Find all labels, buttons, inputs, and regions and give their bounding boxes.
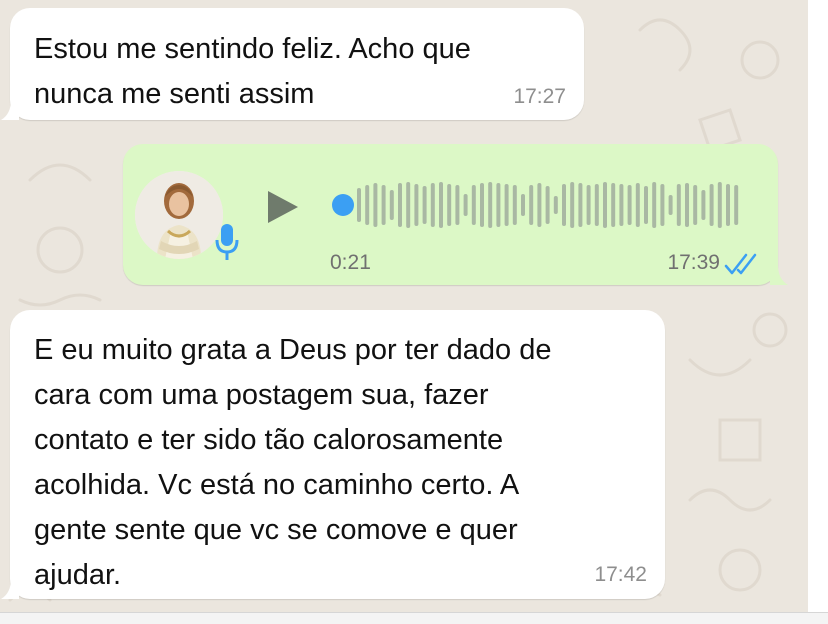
waveform-bar	[521, 194, 525, 216]
waveform-bar	[414, 184, 419, 226]
waveform-bar	[603, 182, 607, 228]
avatar-photo	[135, 171, 223, 259]
waveform-bar	[660, 184, 665, 226]
screen-edge-right	[808, 0, 828, 624]
bubble-tail	[1, 579, 19, 599]
waveform-bar	[619, 184, 624, 226]
waveform-bar	[504, 184, 509, 226]
message-line: cara com uma postagem sua, fazer	[34, 379, 489, 411]
voice-waveform[interactable]	[329, 178, 749, 232]
waveform-bar	[701, 190, 706, 220]
waveform-bar	[644, 186, 648, 224]
playhead[interactable]	[332, 194, 354, 216]
waveform-bar	[586, 185, 591, 225]
sender-avatar[interactable]	[135, 171, 223, 259]
waveform-bar	[529, 185, 534, 225]
waveform-bar	[685, 183, 689, 227]
message-line: Estou me sentindo feliz. Acho que	[34, 33, 471, 65]
waveform-bar	[398, 183, 402, 227]
waveform-bar	[365, 185, 370, 225]
waveform-bar	[381, 185, 386, 225]
voice-duration: 0:21	[330, 251, 371, 274]
waveform-bar	[406, 182, 411, 228]
screen-edge-bottom	[0, 612, 828, 624]
waveform-bar	[676, 184, 681, 226]
waveform-bar	[734, 185, 739, 225]
waveform-bar	[439, 182, 443, 228]
bubble-tail	[1, 100, 19, 120]
waveform-bar	[455, 185, 460, 225]
voice-message-bubble[interactable]: 0:21 17:39	[123, 144, 788, 285]
waveform-bar	[570, 182, 575, 228]
message-line: contato e ter sido tão calorosamente	[34, 424, 504, 456]
microphone-icon	[215, 224, 239, 260]
waveform-bar	[611, 183, 616, 227]
waveform-bar	[562, 184, 566, 226]
message-time: 17:27	[513, 85, 566, 108]
waveform-bar	[709, 184, 714, 226]
waveform-bar	[545, 186, 550, 224]
waveform-bar	[652, 182, 657, 228]
waveform-bar	[463, 194, 468, 216]
waveform-bar	[496, 183, 501, 227]
message-time: 17:39	[667, 251, 720, 274]
waveform-bar	[471, 185, 476, 225]
waveform-bar	[594, 184, 599, 226]
waveform-bar	[430, 183, 435, 227]
double-check-read-icon	[724, 253, 757, 275]
waveform-bar	[578, 183, 583, 227]
waveform-bar	[693, 185, 698, 225]
message-bubble-incoming[interactable]: Estou me sentindo feliz. Acho que nunca …	[1, 8, 584, 120]
waveform-bar	[389, 190, 394, 220]
waveform-bar	[480, 183, 484, 227]
message-time: 17:42	[594, 563, 647, 586]
waveform-bar	[447, 184, 452, 226]
play-icon[interactable]	[266, 190, 300, 224]
waveform-bar	[422, 186, 427, 224]
message-text: Estou me sentindo feliz. Acho que nunca …	[34, 27, 471, 117]
message-line: ajudar.	[34, 559, 122, 591]
message-line: acolhida. Vc está no caminho certo. A	[34, 469, 520, 501]
bubble-tail	[770, 265, 788, 285]
message-line: nunca me senti assim	[34, 78, 315, 110]
waveform-bar	[553, 196, 558, 214]
waveform-bar	[668, 195, 673, 215]
message-text: E eu muito grata a Deus por ter dado de …	[34, 328, 551, 598]
waveform-bar	[488, 182, 493, 228]
waveform-bar	[357, 188, 361, 222]
waveform-bar	[717, 182, 722, 228]
message-line: gente sente que vc se comove e quer	[34, 514, 518, 546]
waveform-bar	[537, 183, 542, 227]
message-bubble-incoming[interactable]: E eu muito grata a Deus por ter dado de …	[1, 310, 665, 599]
waveform-bar	[726, 184, 730, 226]
message-line: E eu muito grata a Deus por ter dado de	[34, 334, 552, 366]
waveform-bar	[627, 185, 632, 225]
waveform-bar	[512, 185, 517, 225]
waveform-bar	[373, 183, 378, 227]
waveform-bar	[635, 183, 640, 227]
